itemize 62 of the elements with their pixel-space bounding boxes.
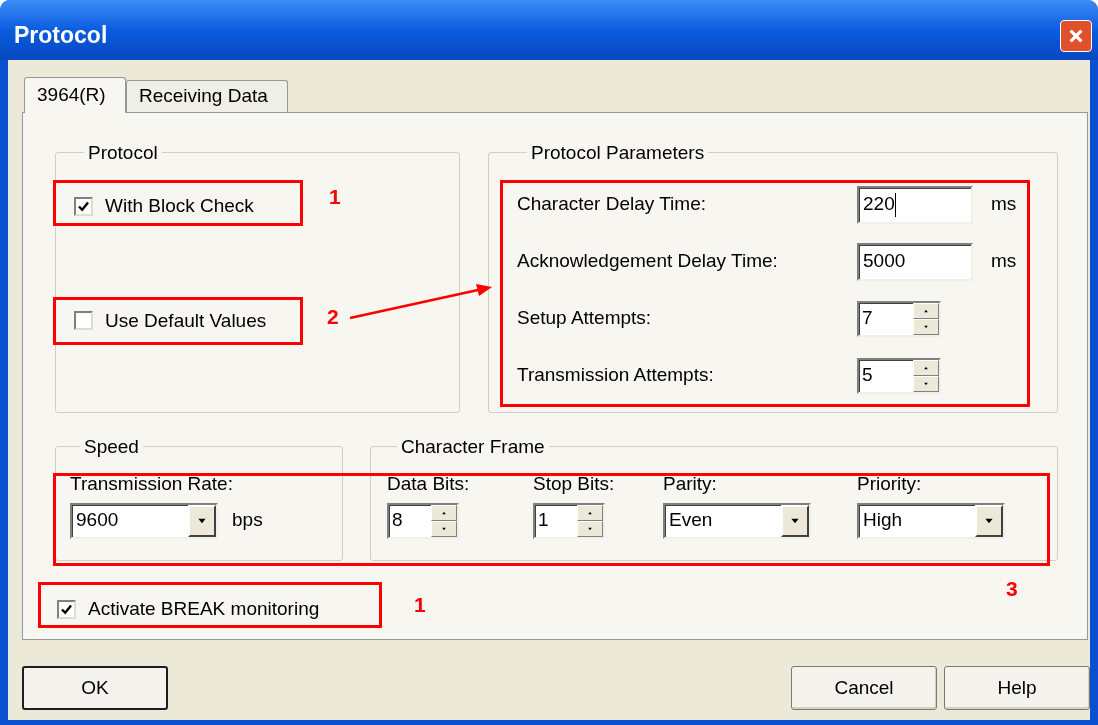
input-field[interactable]: 220 <box>857 185 973 224</box>
field-value: 5000 <box>863 249 906 274</box>
checkbox-label: Use Default Values <box>105 308 267 333</box>
dropdown-arrow-icon <box>983 516 995 525</box>
input-field[interactable]: 5000 <box>857 242 973 281</box>
annotation-number: 3 <box>1006 578 1018 599</box>
checkbox[interactable] <box>74 311 93 331</box>
dropdown[interactable]: 9600 <box>70 502 218 539</box>
down-arrow-icon <box>441 525 447 532</box>
field-label: Character Delay Time: <box>517 192 707 217</box>
annotation-number: 1 <box>414 594 426 615</box>
group-title: Character Frame <box>400 437 546 456</box>
dialog-button[interactable]: Help <box>944 666 1090 710</box>
field-label: Data Bits: <box>387 472 470 496</box>
up-arrow-icon <box>923 307 929 314</box>
dialog-button[interactable]: Cancel <box>791 666 937 710</box>
tab[interactable]: Receiving Data <box>126 80 288 112</box>
up-arrow-icon <box>441 509 447 516</box>
spin-up-button[interactable] <box>577 504 603 521</box>
spin-up-button[interactable] <box>913 302 939 319</box>
close-icon <box>1067 27 1085 45</box>
checkbox-label: With Block Check <box>105 194 254 218</box>
group-title: Speed <box>83 437 140 456</box>
annotation-number: 2 <box>327 306 339 327</box>
spin-field[interactable]: 8 <box>387 502 459 539</box>
checkbox[interactable] <box>57 599 76 619</box>
field-label: Stop Bits: <box>533 472 615 496</box>
down-arrow-icon <box>923 380 929 387</box>
check-icon <box>77 199 90 213</box>
down-arrow-icon <box>923 323 929 330</box>
check-icon <box>60 602 73 616</box>
dropdown-arrow-icon <box>789 516 801 525</box>
field-label: Transmission Rate: <box>70 472 233 496</box>
dropdown[interactable]: High <box>857 502 1005 539</box>
dialog-button[interactable]: OK <box>22 666 168 710</box>
dropdown-arrow-icon <box>196 516 208 525</box>
field-value: 220 <box>863 192 895 217</box>
spin-field[interactable]: 5 <box>857 357 941 394</box>
spin-up-button[interactable] <box>913 359 939 376</box>
spin-up-button[interactable] <box>431 504 457 521</box>
unit-label: bps <box>232 508 263 533</box>
close-button[interactable] <box>1060 20 1092 52</box>
field-label: Transmission Attempts: <box>517 363 715 388</box>
field-label: Priority: <box>857 472 922 496</box>
spin-field[interactable]: 1 <box>533 502 605 539</box>
spin-field[interactable]: 7 <box>857 300 941 337</box>
checkbox[interactable] <box>74 196 93 216</box>
window-title: Protocol <box>14 20 108 50</box>
checkbox-label: Activate BREAK monitoring <box>88 597 320 621</box>
tab[interactable]: 3964(R) <box>24 77 126 113</box>
group-title: Protocol <box>87 143 159 162</box>
field-label: Acknowledgement Delay Time: <box>517 249 779 274</box>
unit-label: ms <box>991 192 1017 217</box>
field-label: Setup Attempts: <box>517 306 653 331</box>
up-arrow-icon <box>587 509 593 516</box>
group-title: Protocol Parameters <box>530 143 706 162</box>
up-arrow-icon <box>923 364 929 371</box>
unit-label: ms <box>991 249 1017 274</box>
field-label: Parity: <box>663 472 717 496</box>
dropdown[interactable]: Even <box>663 502 811 539</box>
annotation-number: 1 <box>329 186 341 207</box>
down-arrow-icon <box>587 525 593 532</box>
